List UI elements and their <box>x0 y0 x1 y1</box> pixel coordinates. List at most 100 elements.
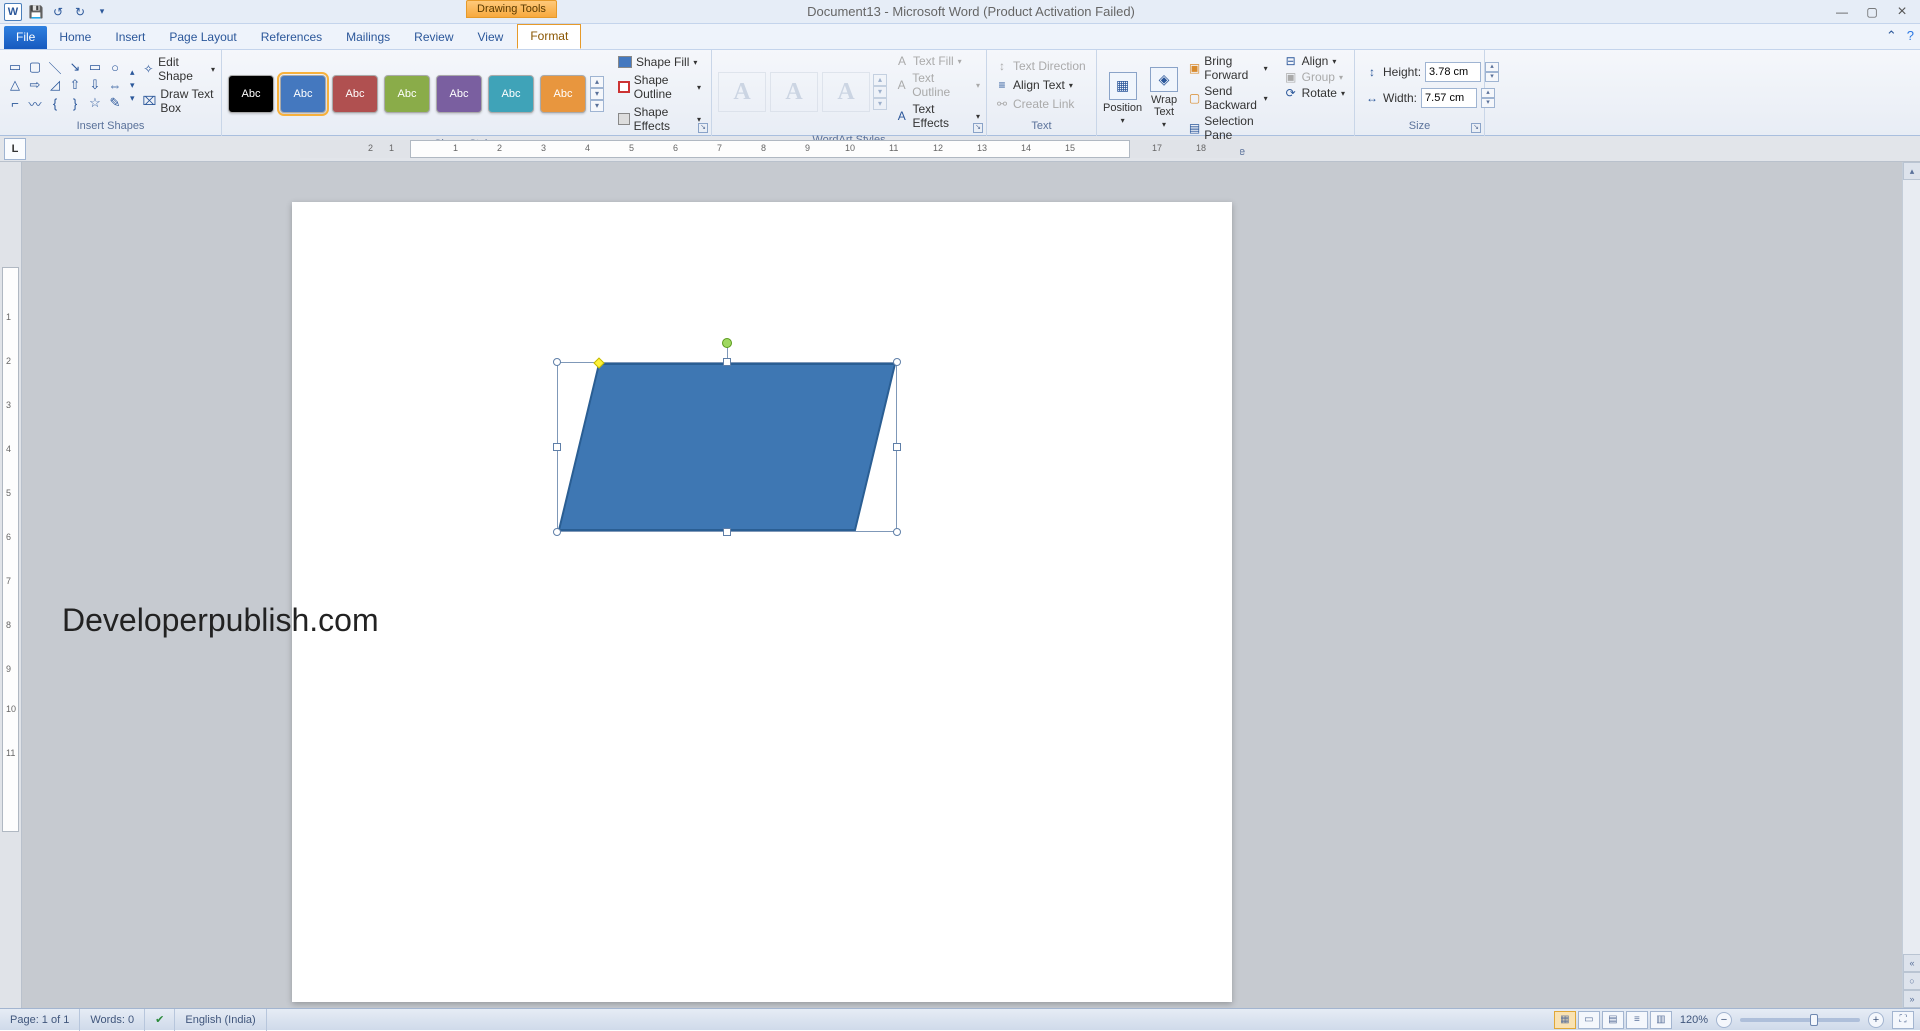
width-down-icon[interactable]: ▾ <box>1481 98 1495 108</box>
width-up-icon[interactable]: ▴ <box>1481 88 1495 98</box>
restore-button[interactable]: ▢ <box>1858 2 1886 22</box>
wrap-text-button[interactable]: ◈ Wrap Text▾ <box>1146 67 1182 129</box>
vertical-scrollbar[interactable]: ▴ ▾ « ○ » <box>1902 162 1920 1008</box>
tab-insert[interactable]: Insert <box>103 26 157 49</box>
shape-arrow-icon[interactable]: ↘ <box>66 59 84 75</box>
height-input[interactable] <box>1425 62 1481 82</box>
status-proofing[interactable]: ✔ <box>145 1009 175 1031</box>
draw-text-box-button[interactable]: ⌧Draw Text Box <box>143 87 215 115</box>
shapes-gallery[interactable]: ▭ ▢ ＼ ↘ ▭ ○ △ ⇨ ◿ ⇧ ⇩ ⇔ ⌐ 〰 { } ☆ ✎ <box>6 59 124 111</box>
shape-triangle-icon[interactable]: △ <box>6 77 24 93</box>
status-words[interactable]: Words: 0 <box>80 1009 145 1031</box>
edit-shape-button[interactable]: ✧Edit Shape <box>143 55 215 83</box>
shape-oval-icon[interactable]: ○ <box>106 59 124 75</box>
rotate-button[interactable]: ⟳Rotate <box>1281 86 1348 100</box>
resize-handle-s[interactable] <box>723 528 731 536</box>
style-swatch-teal[interactable]: Abc <box>488 75 534 113</box>
text-effects-button[interactable]: AText Effects <box>895 102 980 130</box>
status-language[interactable]: English (India) <box>175 1009 266 1031</box>
shape-rounded-icon[interactable]: ▭ <box>86 59 104 75</box>
zoom-in-button[interactable]: + <box>1868 1012 1884 1028</box>
tab-review[interactable]: Review <box>402 26 465 49</box>
resize-handle-w[interactable] <box>553 443 561 451</box>
view-full-screen[interactable]: ▭ <box>1578 1011 1600 1029</box>
tab-view[interactable]: View <box>466 26 516 49</box>
zoom-thumb[interactable] <box>1810 1014 1818 1026</box>
shape-up-arrow-icon[interactable]: ⇧ <box>66 77 84 93</box>
shape-rbrace-icon[interactable]: } <box>66 95 84 111</box>
align-text-button[interactable]: ≡Align Text <box>993 77 1088 93</box>
tab-format[interactable]: Format <box>517 24 581 49</box>
selected-shape-container[interactable] <box>557 362 897 532</box>
shape-right-arrow-icon[interactable]: ⇨ <box>26 77 44 93</box>
shape-textbox-icon[interactable]: ▭ <box>6 59 24 75</box>
zoom-slider[interactable] <box>1740 1018 1860 1022</box>
shape-double-arrow-icon[interactable]: ⇔ <box>106 77 124 93</box>
selection-pane-button[interactable]: ▤Selection Pane <box>1186 114 1271 142</box>
style-up-icon[interactable]: ▴ <box>590 76 604 88</box>
view-outline[interactable]: ≡ <box>1626 1011 1648 1029</box>
style-down-icon[interactable]: ▾ <box>590 88 604 100</box>
style-more-icon[interactable]: ▾ <box>590 100 604 112</box>
shape-star-icon[interactable]: ☆ <box>86 95 104 111</box>
style-swatch-orange[interactable]: Abc <box>540 75 586 113</box>
style-swatch-black[interactable]: Abc <box>228 75 274 113</box>
tab-mailings[interactable]: Mailings <box>334 26 402 49</box>
browse-object-icon[interactable]: ○ <box>1903 972 1920 990</box>
shape-effects-button[interactable]: Shape Effects <box>614 104 705 134</box>
vertical-ruler[interactable]: 12 34 56 78 910 11 <box>0 162 22 1008</box>
size-launcher[interactable]: ↘ <box>1471 123 1481 133</box>
resize-handle-se[interactable] <box>893 528 901 536</box>
next-page-icon[interactable]: » <box>1903 990 1920 1008</box>
bring-forward-button[interactable]: ▣Bring Forward <box>1186 54 1271 82</box>
minimize-ribbon-icon[interactable]: ⌃ <box>1886 28 1897 44</box>
fullscreen-toggle[interactable]: ⛶ <box>1892 1011 1914 1029</box>
tab-file[interactable]: File <box>4 26 47 49</box>
height-down-icon[interactable]: ▾ <box>1485 72 1499 82</box>
scroll-up-icon[interactable]: ▴ <box>1903 162 1920 180</box>
rotation-handle[interactable] <box>722 338 732 348</box>
status-page[interactable]: Page: 1 of 1 <box>0 1009 80 1031</box>
shape-corner-icon[interactable]: ◿ <box>46 77 64 93</box>
align-button[interactable]: ⊟Align <box>1281 54 1348 68</box>
page-1[interactable] <box>292 202 1232 1002</box>
shape-style-gallery[interactable]: Abc Abc Abc Abc Abc Abc Abc <box>228 75 586 113</box>
resize-handle-e[interactable] <box>893 443 901 451</box>
position-button[interactable]: ▦ Position▾ <box>1103 67 1142 129</box>
view-draft[interactable]: ▥ <box>1650 1011 1672 1029</box>
horizontal-ruler[interactable]: 21 12 34 56 78 910 1112 1314 1517 18 <box>300 140 1240 158</box>
wordart-styles-launcher[interactable]: ↘ <box>973 123 983 133</box>
zoom-percent[interactable]: 120% <box>1680 1014 1708 1026</box>
shape-down-arrow-icon[interactable]: ⇩ <box>86 77 104 93</box>
tab-page-layout[interactable]: Page Layout <box>157 26 248 49</box>
resize-handle-sw[interactable] <box>553 528 561 536</box>
minimize-button[interactable]: — <box>1828 2 1856 22</box>
view-print-layout[interactable]: ▦ <box>1554 1011 1576 1029</box>
shape-elbow-icon[interactable]: ⌐ <box>6 95 24 111</box>
word-app-icon[interactable]: W <box>4 3 22 21</box>
save-icon[interactable]: 💾 <box>28 4 44 20</box>
canvas[interactable]: Developerpublish.com ▴ ▾ « ○ » <box>22 162 1920 1008</box>
width-input[interactable] <box>1421 88 1477 108</box>
shape-rect-icon[interactable]: ▢ <box>26 59 44 75</box>
undo-icon[interactable]: ↺ <box>50 4 66 20</box>
tab-references[interactable]: References <box>249 26 334 49</box>
resize-handle-ne[interactable] <box>893 358 901 366</box>
resize-handle-nw[interactable] <box>553 358 561 366</box>
height-up-icon[interactable]: ▴ <box>1485 62 1499 72</box>
shape-line-icon[interactable]: ＼ <box>46 59 64 75</box>
view-web-layout[interactable]: ▤ <box>1602 1011 1624 1029</box>
style-swatch-blue[interactable]: Abc <box>280 75 326 113</box>
shape-fill-button[interactable]: Shape Fill <box>614 54 705 70</box>
help-icon[interactable]: ? <box>1907 28 1914 44</box>
style-swatch-red[interactable]: Abc <box>332 75 378 113</box>
zoom-out-button[interactable]: − <box>1716 1012 1732 1028</box>
shape-outline-button[interactable]: Shape Outline <box>614 72 705 102</box>
gallery-more-icon[interactable]: ▾ <box>128 93 137 104</box>
shape-styles-launcher[interactable]: ↘ <box>698 123 708 133</box>
style-swatch-purple[interactable]: Abc <box>436 75 482 113</box>
redo-icon[interactable]: ↻ <box>72 4 88 20</box>
tab-home[interactable]: Home <box>47 26 103 49</box>
gallery-up-icon[interactable]: ▴ <box>128 67 137 78</box>
tab-stop-selector[interactable]: L <box>4 138 26 160</box>
